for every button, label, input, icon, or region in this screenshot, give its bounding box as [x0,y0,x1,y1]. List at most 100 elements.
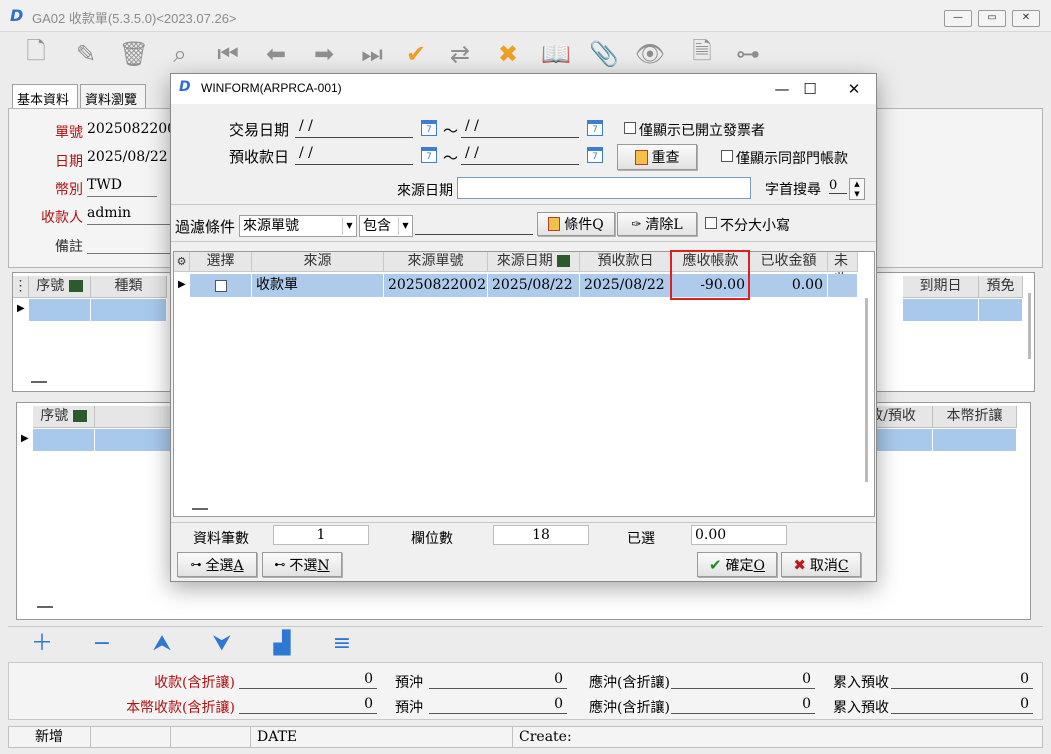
cancel-x-icon: ✖ [793,555,806,574]
add-plus-icon[interactable]: ＋ [28,631,56,657]
move-down-icon[interactable]: ⮟ [208,631,236,657]
column-header-source-date[interactable]: 來源日期 [488,252,580,272]
column-header-received[interactable]: 已收金額 [750,252,828,272]
column-header-select[interactable]: 選擇 [190,252,252,272]
reset-button[interactable]: 重查 [617,144,697,170]
tilde-separator: ～ [443,149,459,167]
vertical-scrollbar[interactable] [865,298,868,482]
deselect-button[interactable]: ⊷ 不選N [262,552,342,577]
dialog-close-button[interactable]: ✕ [835,78,873,100]
column-header-local-discount[interactable]: 本幣折讓 [933,406,1017,428]
calendar-icon[interactable]: 7 [421,147,437,163]
clear-button[interactable]: ✑ 清除L [617,212,697,236]
scrollbar-thumb[interactable] [37,606,53,608]
column-header-seq-2[interactable]: 序號 [33,406,95,428]
cancel-x-icon[interactable]: ✖ [490,38,526,70]
offset-label-2: 應沖(含折讓) [589,700,670,716]
filter-field-select[interactable]: 來源單號 ▼ [239,215,357,237]
row-select-checkbox[interactable] [214,279,227,292]
refresh-icon[interactable]: ⇄ [442,38,478,70]
column-header-source-no[interactable]: 來源單號 [384,252,488,272]
previous-record-icon[interactable]: ⬅ [258,38,294,70]
grid2-cell[interactable] [933,429,1017,451]
menu-icon[interactable]: ≡ [328,631,356,657]
select-all-button[interactable]: ⊶ 全選A [177,552,257,577]
search-icon[interactable]: ⌕ [162,38,198,70]
first-record-icon[interactable]: ⏮ [210,38,246,70]
next-record-icon[interactable]: ➡ [306,38,342,70]
prepay-offset-label: 預沖 [395,675,423,691]
row-unreceived[interactable] [828,274,858,297]
group-icon[interactable]: ▟ [268,631,296,657]
calendar-icon[interactable]: 7 [587,147,603,163]
book-icon[interactable]: 📖 [538,38,574,70]
vertical-scrollbar[interactable] [1028,293,1031,359]
filter-value-input[interactable] [415,217,533,235]
scrollbar-thumb[interactable] [31,381,47,383]
grid-settings-icon[interactable]: ⚙ [174,252,190,272]
tree-icon[interactable]: ⊶ [730,38,766,70]
row-prepay-date[interactable]: 2025/08/22 [580,274,672,297]
source-date-input[interactable] [457,177,751,199]
row-source-date[interactable]: 2025/08/22 [488,274,580,297]
confirm-check-icon[interactable]: ✔ [398,38,434,70]
minimize-button[interactable]: — [944,10,972,27]
row-source-no[interactable]: 20250822002 [384,274,488,297]
last-record-icon[interactable]: ⏭ [354,38,390,70]
column-header-prepay-date[interactable]: 預收款日 [580,252,672,272]
row-select-cell[interactable] [190,274,252,297]
tab-data-browse[interactable]: 資料瀏覽 [80,84,146,108]
column-header-blank[interactable] [95,406,175,428]
grid1-cell[interactable] [979,299,1023,321]
only-dept-checkbox[interactable] [721,150,733,162]
only-invoiced-checkbox[interactable] [624,122,636,134]
remove-minus-icon[interactable]: − [88,631,116,657]
grid2-cell[interactable] [95,429,175,451]
restore-button[interactable]: ▭ [978,10,1006,27]
prepay-offset-value-2: 0 [429,696,567,714]
grid2-cell[interactable] [33,429,95,451]
doc-no-field[interactable]: 20250822003 [87,121,185,141]
delete-trash-icon[interactable]: 🗑 [116,38,152,70]
offset-value-2: 0 [671,696,815,714]
move-up-icon[interactable]: ⮝ [148,631,176,657]
column-header-unreceived[interactable]: 未收 [828,252,858,288]
column-header-type[interactable]: 種類 [91,276,167,298]
prefix-search-value[interactable]: 0 [829,178,847,194]
excel-export-icon[interactable]: 🗎 [684,37,720,70]
grid1-cell[interactable] [91,299,167,321]
date-field[interactable]: 2025/08/22 [87,149,171,169]
filter-op-select[interactable]: 包含 ▼ [359,215,413,237]
close-button[interactable]: ✕ [1012,10,1040,27]
calendar-icon[interactable]: 7 [587,120,603,136]
note-field[interactable] [87,234,171,254]
attachment-clip-icon[interactable]: 📎 [586,38,622,70]
prefix-spinner[interactable]: ▲ ▼ [849,178,865,200]
column-header-prepay[interactable]: 預免 [979,276,1023,298]
prepay-date-to[interactable]: / / [461,145,579,165]
payee-field[interactable]: admin [87,205,171,225]
cancel-button[interactable]: ✖ 取消C [781,552,861,577]
currency-field[interactable]: TWD [87,177,157,197]
grid1-cell[interactable] [29,299,91,321]
edit-pencil-icon[interactable]: ✎ [68,38,104,70]
dialog-maximize-button[interactable]: ☐ [791,78,829,100]
case-insensitive-checkbox[interactable] [705,217,717,229]
row-source[interactable]: 收款單 [252,274,384,297]
view-eye-icon[interactable]: 👁 [632,38,668,70]
grid1-cell[interactable] [903,299,979,321]
tab-basic-info[interactable]: 基本資料 [12,84,78,108]
calendar-icon[interactable]: 7 [421,120,437,136]
column-header-source[interactable]: 來源 [252,252,384,272]
scrollbar-thumb[interactable] [192,508,208,510]
trade-date-from[interactable]: / / [295,118,413,138]
prepay-date-from[interactable]: / / [295,145,413,165]
new-file-icon[interactable]: 🗋 [18,37,54,70]
trade-date-to[interactable]: / / [461,118,579,138]
column-header-seq[interactable]: 序號 [29,276,91,298]
ok-button[interactable]: ✔ 確定O [697,552,777,577]
row-received[interactable]: 0.00 [750,274,828,297]
date-label: 日期 [55,154,83,170]
column-header-due-date[interactable]: 到期日 [903,276,979,298]
condition-button[interactable]: 條件Q [537,212,615,236]
